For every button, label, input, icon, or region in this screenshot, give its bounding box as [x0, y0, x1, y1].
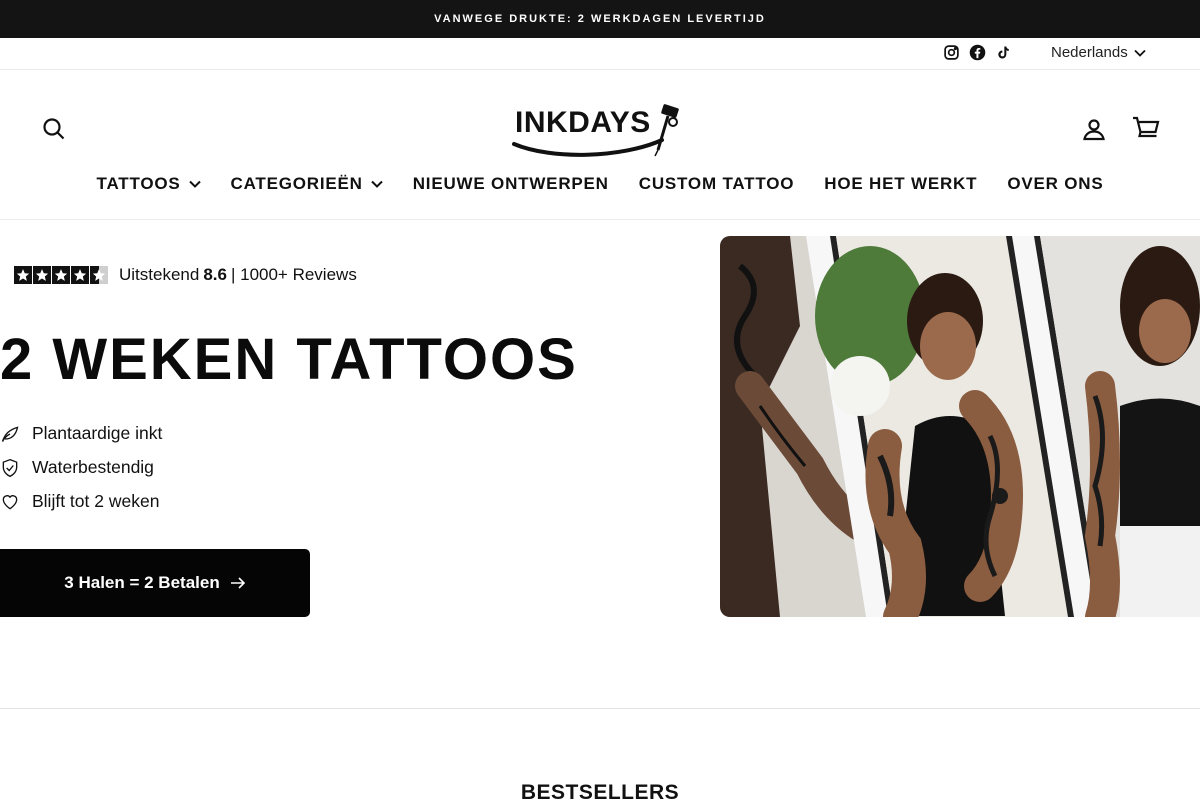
promo-cta-button[interactable]: 3 Halen = 2 Betalen: [0, 549, 310, 617]
star-icon: [14, 266, 32, 284]
feature-label: Blijft tot 2 weken: [32, 491, 160, 511]
nav-label: CATEGORIEËN: [230, 174, 363, 193]
cart-icon[interactable]: [1131, 114, 1161, 142]
rating-score: 8.6: [203, 265, 227, 284]
hero-image: [720, 236, 1200, 617]
announcement-bar: VANWEGE DRUKTE: 2 WERKDAGEN LEVERTIJD: [0, 0, 1200, 38]
language-label: Nederlands: [1051, 44, 1128, 61]
star-icon: [71, 266, 89, 284]
section-divider: [0, 708, 1200, 709]
main-nav: TATTOOS CATEGORIEËN NIEUWE ONTWERPEN CUS…: [0, 166, 1200, 202]
nav-item-hoe-het-werkt[interactable]: HOE HET WERKT: [824, 174, 977, 194]
rating-summary[interactable]: Uitstekend 8.6 | 1000+ Reviews: [14, 265, 357, 285]
nav-item-over-ons[interactable]: OVER ONS: [1007, 174, 1103, 194]
tiktok-icon[interactable]: [993, 42, 1013, 62]
rating-prefix: Uitstekend: [119, 265, 200, 284]
heart-icon: [0, 492, 20, 512]
star-rating: [14, 266, 108, 284]
announcement-text: VANWEGE DRUKTE: 2 WERKDAGEN LEVERTIJD: [434, 13, 766, 25]
nav-item-custom-tattoo[interactable]: CUSTOM TATTOO: [639, 174, 795, 194]
rating-suffix: | 1000+ Reviews: [230, 265, 357, 284]
utility-bar: Nederlands: [0, 38, 1200, 70]
chevron-down-icon: [188, 180, 201, 188]
feature-item: Waterbestendig: [0, 457, 154, 478]
nav-label: NIEUWE ONTWERPEN: [412, 174, 609, 193]
shield-check-icon: [0, 458, 20, 478]
account-icon[interactable]: [1081, 116, 1107, 142]
nav-item-nieuwe-ontwerpen[interactable]: NIEUWE ONTWERPEN: [413, 174, 609, 194]
star-icon: [52, 266, 70, 284]
chevron-down-icon: [371, 180, 383, 188]
tattoo-machine-icon: [654, 104, 679, 157]
logo[interactable]: INKDAYS: [512, 100, 688, 158]
hero-title: 2 WEKEN TATTOOS: [0, 327, 578, 392]
feature-label: Plantaardige inkt: [32, 423, 163, 443]
arrow-right-icon: [230, 577, 245, 589]
star-icon: [33, 266, 51, 284]
nav-label: HOE HET WERKT: [824, 174, 978, 193]
language-selector[interactable]: Nederlands: [1051, 44, 1146, 61]
chevron-down-icon: [1134, 49, 1146, 57]
nav-label: OVER ONS: [1007, 174, 1104, 193]
nav-item-categorieen[interactable]: CATEGORIEËN: [231, 174, 383, 194]
search-icon[interactable]: [41, 116, 67, 142]
facebook-icon[interactable]: [967, 42, 987, 62]
nav-label: CUSTOM TATTOO: [638, 174, 795, 193]
feature-label: Waterbestendig: [32, 457, 154, 477]
header-divider: [0, 219, 1200, 220]
section-title: BESTSELLERS: [520, 781, 680, 800]
feature-item: Plantaardige inkt: [0, 423, 162, 444]
star-half-icon: [90, 266, 108, 284]
cta-label: 3 Halen = 2 Betalen: [64, 573, 220, 592]
feature-item: Blijft tot 2 weken: [0, 491, 159, 512]
leaf-icon: [0, 424, 20, 444]
nav-label: TATTOOS: [96, 174, 181, 193]
instagram-icon[interactable]: [941, 42, 961, 62]
nav-item-tattoos[interactable]: TATTOOS: [97, 174, 201, 194]
